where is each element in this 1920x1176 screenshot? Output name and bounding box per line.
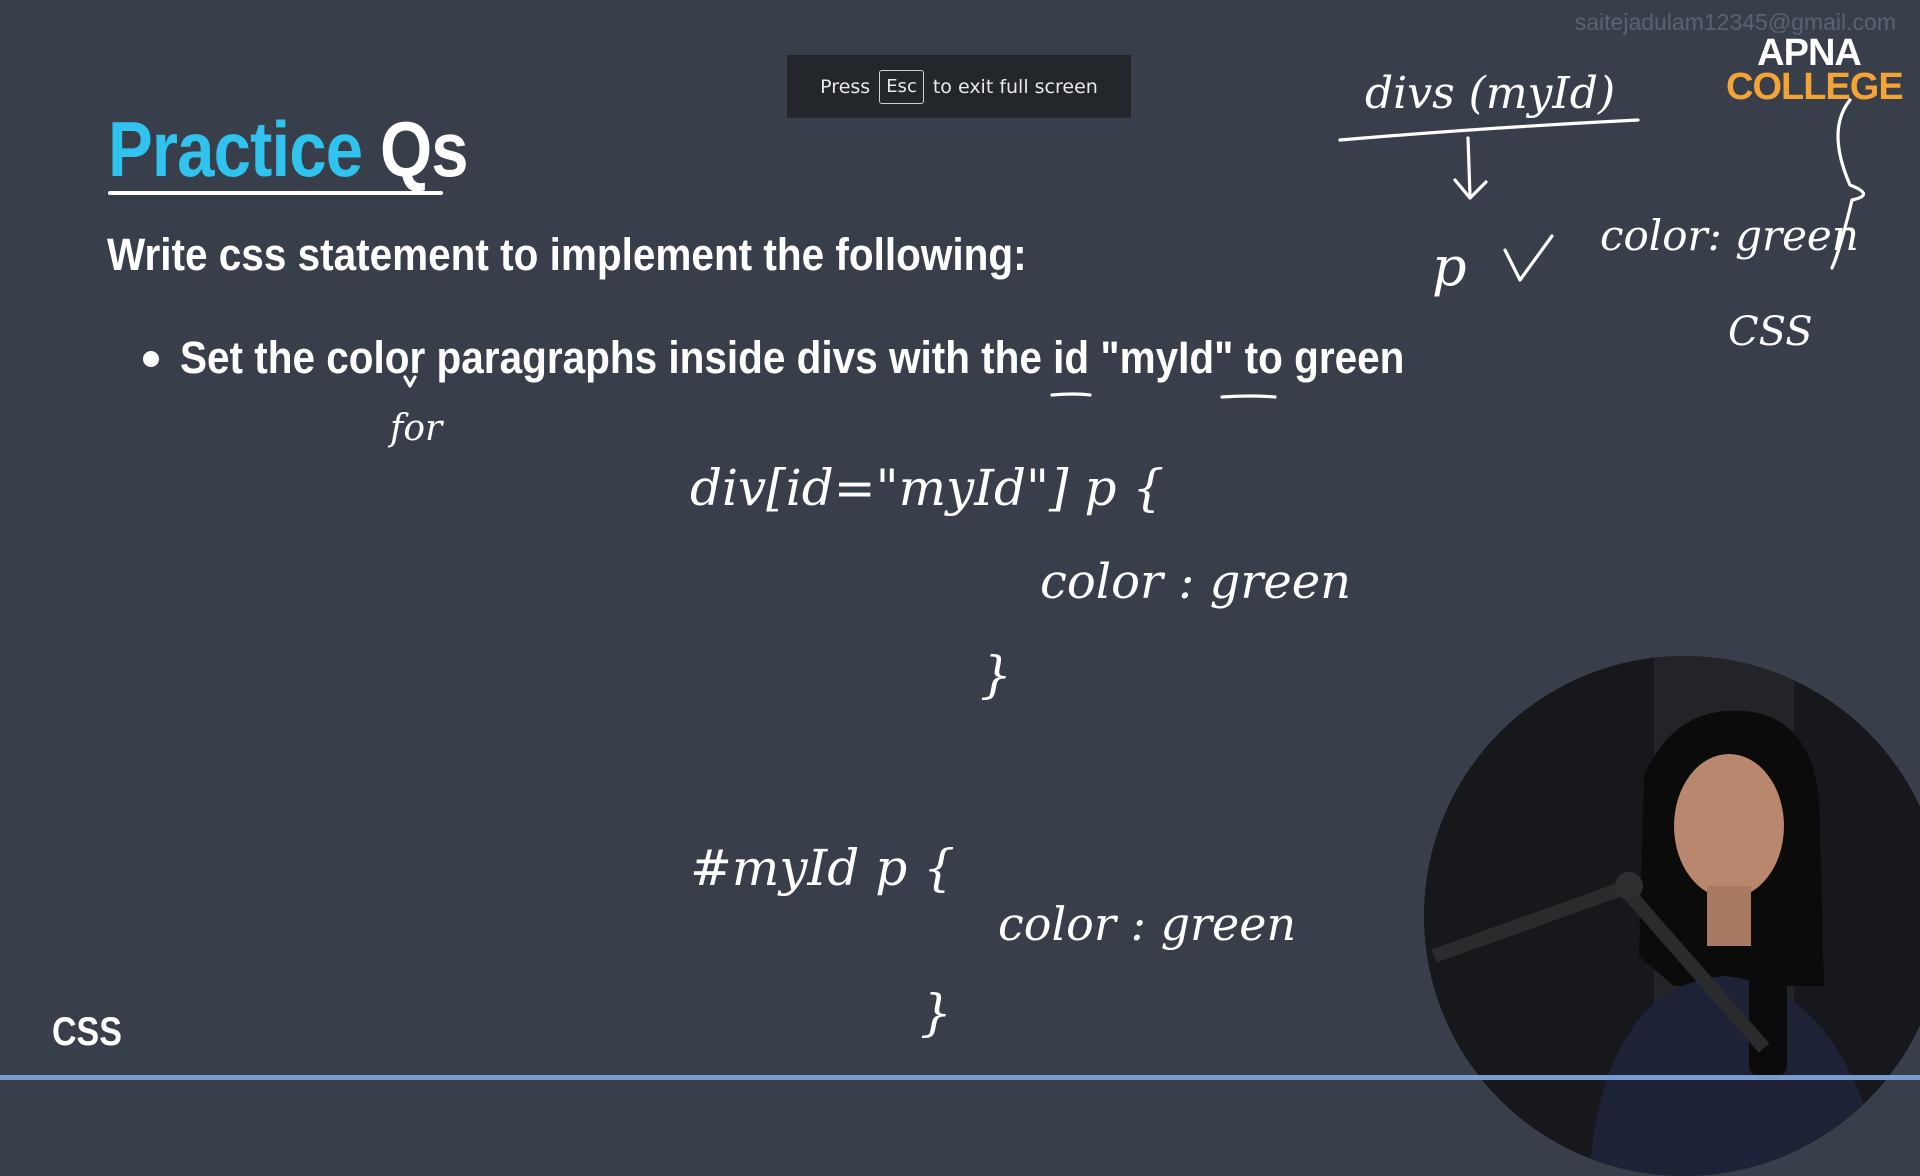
code2-close: } xyxy=(920,984,952,1042)
code2-selector: #myId p { xyxy=(690,839,955,897)
insert-word: for xyxy=(387,408,444,449)
diagram-rule: color: green xyxy=(1600,211,1859,260)
diagram-css-label: CSS xyxy=(1728,309,1813,355)
code1-rule: color : green xyxy=(1040,554,1351,610)
diagram-down-arrow xyxy=(1453,136,1488,200)
diagram-checkmark xyxy=(1503,234,1554,282)
diagram-p-label: p xyxy=(1432,235,1467,298)
diagram-top-label: divs (myId) xyxy=(1365,68,1615,119)
code2-rule: color : green xyxy=(998,897,1296,951)
code1-close: } xyxy=(980,646,1012,704)
green-underline xyxy=(1220,394,1277,399)
video-progress-bar[interactable] xyxy=(0,1075,1920,1080)
presenter-webcam xyxy=(1424,656,1920,1176)
presenter-figure xyxy=(1424,656,1920,1176)
insert-caret xyxy=(403,375,417,388)
code1-selector: div[id="myId"] p { xyxy=(690,459,1164,517)
myid-underline xyxy=(1050,392,1092,397)
diagram-top-underline xyxy=(1338,118,1640,142)
